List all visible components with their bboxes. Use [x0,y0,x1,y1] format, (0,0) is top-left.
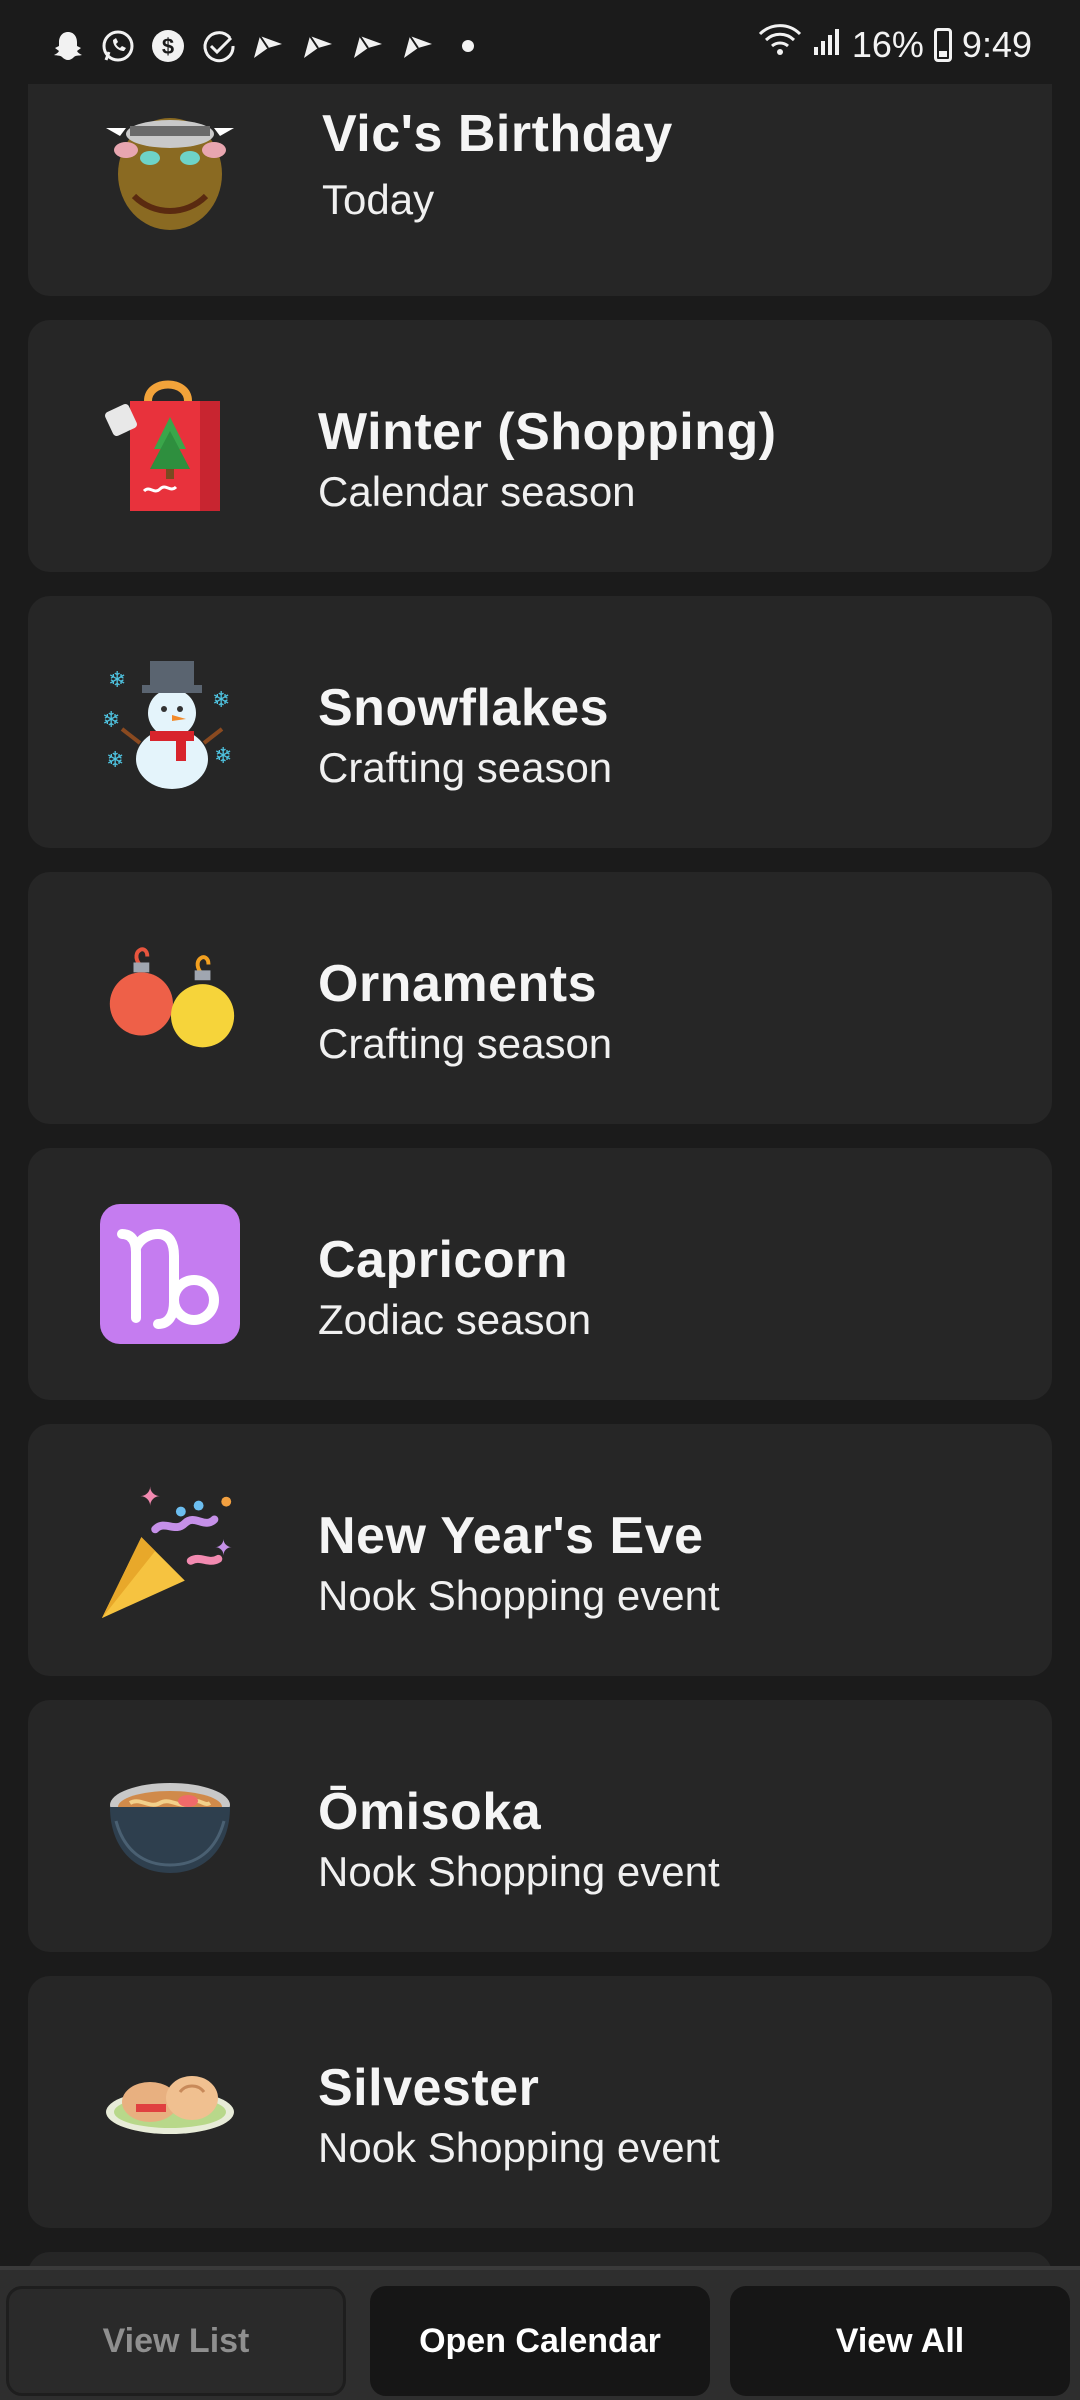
svg-text:❄: ❄ [102,708,120,733]
event-card[interactable]: ✦ ✦ New Year's Eve Nook Shopping event [28,1424,1052,1676]
snapchat-icon [48,26,88,66]
event-subtitle: Crafting season [318,1020,613,1067]
event-subtitle: Crafting season [318,744,613,791]
ornaments-icon [96,924,244,1072]
battery-percent: 16% [851,23,924,65]
event-card[interactable]: Ōmisoka Nook Shopping event [28,1700,1052,1952]
status-bar: $ 16% 9:49 [0,0,1080,84]
view-list-button[interactable]: View List [6,2286,346,2396]
svg-text:$: $ [162,34,174,59]
clock: 9:49 [961,23,1032,65]
event-card[interactable]: Silvester Nook Shopping event [28,1976,1052,2228]
event-card[interactable]: Winter (Shopping) Calendar season [28,320,1052,572]
event-subtitle: Today [322,176,435,223]
battery-icon [933,27,952,62]
signal-icon [812,24,842,66]
event-card[interactable]: ❄ ❄ ❄ ❄ ❄ Snowflakes Crafting season [28,596,1052,848]
event-title: Capricorn [318,1231,569,1289]
event-title: Ōmisoka [318,1783,542,1841]
cash-app-icon: $ [148,26,188,66]
more-notifications-dot [462,40,474,52]
food-plate-icon [96,2028,244,2176]
svg-text:✦: ✦ [214,1536,232,1561]
event-subtitle: Zodiac season [318,1296,592,1343]
system-status: 16% 9:49 [758,22,1032,67]
view-all-button[interactable]: View All [730,2286,1070,2396]
event-subtitle: Nook Shopping event [318,1848,720,1895]
notification-icons: $ [48,26,474,66]
bottom-action-bar: View List Open Calendar View All [0,2266,1080,2400]
snowman-icon: ❄ ❄ ❄ ❄ ❄ [96,648,244,796]
shopping-bag-icon [96,372,244,520]
shortcut-icon [298,26,338,66]
shortcut-icon [398,26,438,66]
noodle-bowl-icon [96,1752,244,1900]
svg-text:✦: ✦ [139,1483,160,1513]
event-title: Winter (Shopping) [318,403,777,461]
svg-text:❄: ❄ [214,744,232,769]
svg-text:❄: ❄ [106,748,124,773]
whatsapp-icon [98,26,138,66]
shortcut-icon [248,26,288,66]
event-subtitle: Nook Shopping event [318,1572,720,1619]
event-card[interactable]: Capricorn Zodiac season [28,1148,1052,1400]
event-subtitle: Calendar season [318,468,636,515]
check-circle-icon [198,26,238,66]
event-subtitle: Nook Shopping event [318,2124,720,2171]
svg-text:❄: ❄ [212,688,230,713]
svg-text:❄: ❄ [108,668,126,693]
bull-villager-icon [96,92,244,240]
shortcut-icon [348,26,388,66]
event-card[interactable]: Ornaments Crafting season [28,872,1052,1124]
capricorn-icon [96,1200,244,1348]
wifi-icon [758,22,802,67]
event-title: Vic's Birthday [322,105,673,163]
open-calendar-button[interactable]: Open Calendar [370,2286,710,2396]
event-title: Ornaments [318,955,598,1013]
event-title: New Year's Eve [318,1507,704,1565]
party-popper-icon: ✦ ✦ [96,1476,244,1624]
event-title: Snowflakes [318,679,610,737]
event-title: Silvester [318,2059,540,2117]
